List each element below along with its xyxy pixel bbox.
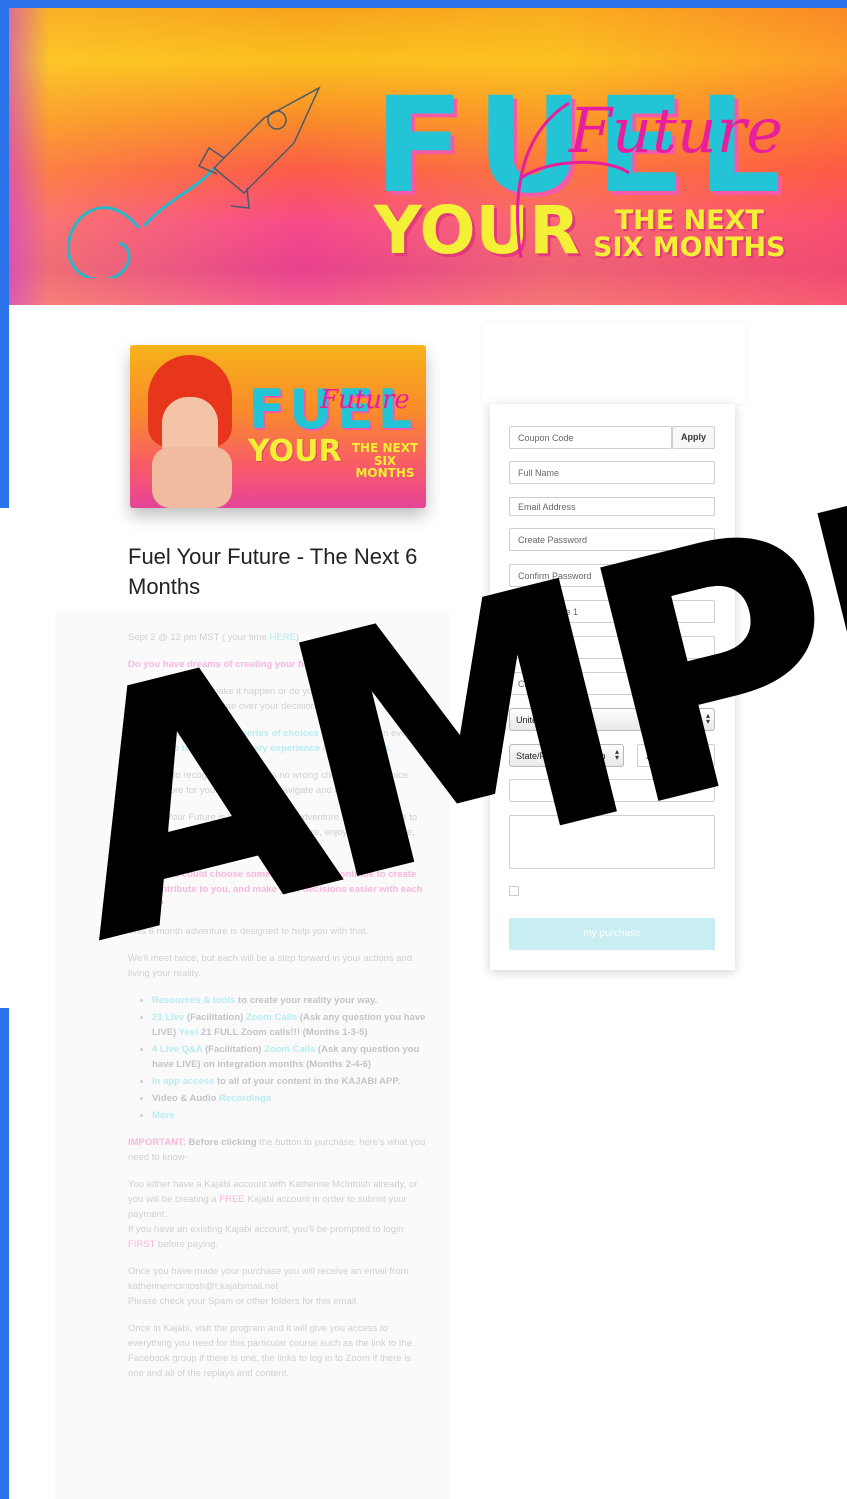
headline-question: Do you have dreams of creating your futu… — [128, 659, 331, 670]
benefits-list: Resources & tools to create your reality… — [152, 993, 428, 1123]
hero-banner: FUEL YOUR THE NEXT SIX MONTHS Future — [9, 8, 847, 305]
apply-coupon-button[interactable]: Apply — [672, 426, 715, 449]
list-item: More — [152, 1108, 428, 1123]
zip-field[interactable]: Zip/Postal Cod — [637, 744, 715, 767]
card-next-text: THE NEXT SIX MONTHS — [351, 441, 419, 481]
event-date: Sept 2 @ 12 pm MST ( your time HERE) — [128, 632, 300, 643]
card-your-text: YOUR — [248, 434, 342, 469]
city-field[interactable]: City — [509, 672, 715, 695]
paragraph: Creating Your Future is like going on an… — [128, 812, 418, 853]
product-title: Fuel Your Future - The Next 6 Months — [128, 544, 418, 599]
list-item: Video & Audio Recordings — [152, 1091, 428, 1106]
terms-checkbox[interactable] — [509, 886, 519, 896]
paragraph: You begin to recognize that there is no … — [128, 770, 409, 796]
country-select[interactable]: United States ▴ ▾ — [509, 708, 715, 731]
banner-script-text: Future — [569, 94, 784, 167]
frame-top — [0, 0, 847, 8]
checkout-form: Coupon Code Apply Full Name Email Addres… — [490, 404, 735, 970]
paragraph: We'll meet twice, but each will be a ste… — [128, 953, 413, 979]
model-hands — [152, 447, 232, 508]
phone-field[interactable] — [509, 779, 715, 802]
confirm-password-field[interactable]: Confirm Password — [509, 564, 715, 587]
highlight-question: What if you could choose something that … — [128, 869, 423, 910]
paragraph: This 6 month adventure is designed to he… — [128, 926, 369, 937]
frame-gap — [0, 508, 9, 1008]
list-item: Resources & tools to create your reality… — [152, 993, 428, 1008]
state-select[interactable]: State/Province/Region ▴ ▾ — [509, 744, 624, 767]
full-name-field[interactable]: Full Name — [509, 461, 715, 484]
timezone-link[interactable]: HERE — [269, 632, 295, 643]
product-image: FUEL YOUR THE NEXT SIX MONTHS Future — [130, 345, 426, 508]
email-field[interactable]: Email Address — [509, 497, 715, 516]
apt-suite-field[interactable]: Apt, Suite, Etc — [509, 636, 715, 659]
list-item: 21 Live (Facilitation) Zoom Calls (Ask a… — [152, 1010, 428, 1040]
card-script-text: Future — [320, 385, 410, 415]
address-line-1-field[interactable]: Address Line 1 — [509, 600, 715, 623]
paragraph: Do you trust you to make it happen or do… — [128, 686, 384, 712]
card-details-field[interactable] — [509, 815, 715, 869]
important-note: IMPORTANT: Before clicking the button to… — [128, 1137, 426, 1163]
chevron-updown-icon: ▴ ▾ — [614, 747, 619, 762]
paragraph: Creation is a never ending series of cho… — [128, 728, 415, 754]
list-item: In app access to all of your content in … — [152, 1074, 428, 1089]
email-note: Once you have made your purchase you wil… — [128, 1266, 409, 1307]
product-description: Sept 2 @ 12 pm MST ( your time HERE) Do … — [128, 630, 428, 1393]
complete-purchase-button[interactable]: my purchase — [509, 918, 715, 950]
checkout-header — [482, 322, 746, 404]
paragraph: Once in Kajabi, visit the program and it… — [128, 1323, 413, 1379]
account-note: You either have a Kajabi account with Ka… — [128, 1179, 418, 1250]
coupon-input[interactable]: Coupon Code — [509, 426, 672, 449]
create-password-field[interactable]: Create Password — [509, 528, 715, 551]
list-item: 4 Live Q&A (Facilitation) Zoom Calls (As… — [152, 1042, 428, 1072]
chevron-updown-icon: ▴ ▾ — [705, 711, 710, 726]
